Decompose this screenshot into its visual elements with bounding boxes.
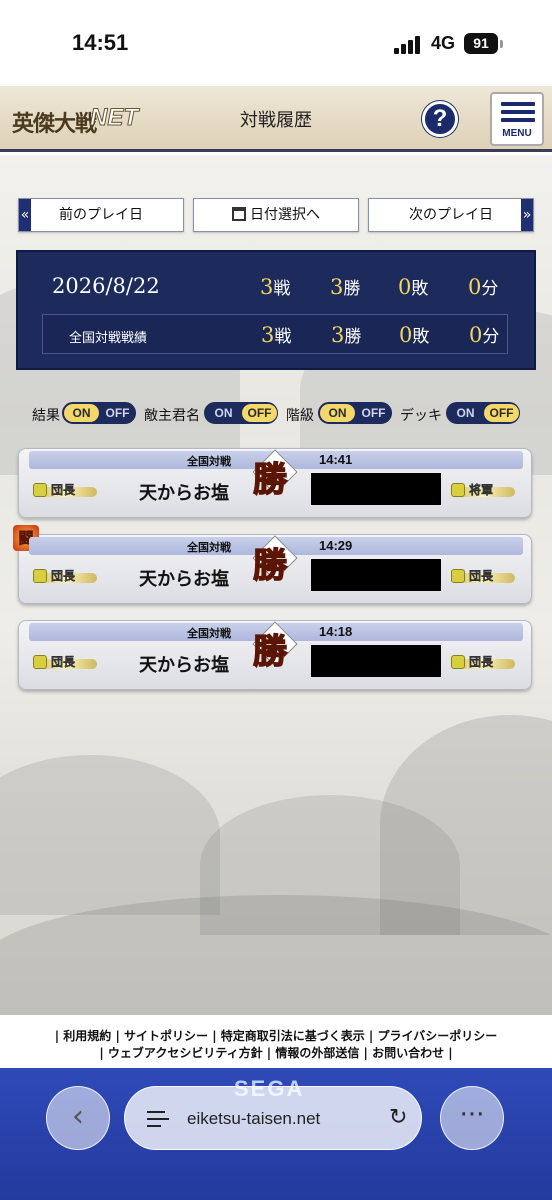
summary-total-row: 2026/8/22 3戦 3勝 0敗 0分: [18, 274, 538, 304]
browser-back-button[interactable]: ‹: [46, 1086, 110, 1150]
chevron-right-icon: »: [521, 199, 533, 231]
status-time: 14:51: [72, 30, 129, 55]
toggle-result-label: 結果: [32, 408, 60, 424]
footer-links-row2[interactable]: | ウェブアクセシビリティ方針 | 情報の外部送信 | お問い合わせ |: [0, 1045, 552, 1062]
player-name: 天からお塩: [139, 569, 229, 590]
opponent-rank-badge: 団長: [451, 651, 515, 679]
battle-time: 14:29: [319, 538, 353, 553]
browser-toolbar: ‹ eiketsu-taisen.net ↻ ···: [46, 1086, 506, 1156]
toggle-deck[interactable]: ON OFF: [446, 402, 520, 424]
summary-draws: 0分: [468, 275, 499, 299]
menu-label: MENU: [502, 128, 532, 139]
summary-battles: 3戦: [260, 275, 291, 299]
menu-button[interactable]: MENU: [490, 92, 544, 146]
date-select-label: 日付選択へ: [250, 207, 320, 223]
display-toggles: 結果 ON OFF 敵主君名 ON OFF 階級 ON OFF デッキ ON O…: [0, 402, 552, 426]
page-settings-icon[interactable]: [147, 1109, 169, 1129]
battle-mode: 全国対戦: [187, 541, 231, 554]
toggle-enemy-label: 敵主君名: [144, 408, 200, 424]
national-draws: 0分: [469, 323, 500, 347]
status-bar: 14:51 4G 91: [0, 0, 552, 86]
player-name: 天からお塩: [139, 655, 229, 676]
chevron-left-icon: «: [19, 199, 31, 231]
url-text: eiketsu-taisen.net: [187, 1109, 321, 1128]
next-day-button[interactable]: 次のプレイ日 »: [368, 198, 534, 232]
app-header: 英傑大戦 NET 対戦履歴 ? MENU: [0, 86, 552, 152]
page-title: 対戦履歴: [240, 110, 312, 131]
opponent-name-redacted: [311, 645, 441, 677]
battle-time: 14:18: [319, 624, 353, 639]
player-name: 天からお塩: [139, 483, 229, 504]
battery-icon: 91: [464, 33, 498, 54]
battle-mode: 全国対戦: [187, 627, 231, 640]
summary-date: 2026/8/22: [52, 274, 160, 298]
footer-links: | 利用規約 | サイトポリシー | 特定商取引法に基づく表示 | プライバシー…: [0, 1022, 552, 1068]
my-rank-badge: 団長: [33, 479, 97, 507]
summary-wins: 3勝: [330, 275, 361, 299]
toggle-enemy-name[interactable]: ON OFF: [204, 402, 278, 424]
footer-links-row1[interactable]: | 利用規約 | サイトポリシー | 特定商取引法に基づく表示 | プライバシー…: [0, 1028, 552, 1045]
toggle-rank-label: 階級: [286, 408, 314, 424]
battle-card[interactable]: 全国対戦 14:18 団長 天からお塩 勝 団長: [18, 620, 532, 690]
menu-icon: [501, 102, 535, 106]
network-type: 4G: [431, 33, 456, 53]
opponent-rank-badge: 団長: [451, 565, 515, 593]
prev-day-label: 前のプレイ日: [59, 207, 143, 223]
calendar-icon: [232, 207, 246, 221]
battle-card[interactable]: 闘 全国対戦 14:29 団長 天からお塩 勝 団長: [13, 525, 532, 604]
signal-icon: [394, 36, 424, 54]
next-day-label: 次のプレイ日: [409, 207, 493, 223]
summary-national-row: 全国対戦戦績 3戦 3勝 0敗 0分: [42, 314, 508, 354]
summary-losses: 0敗: [398, 275, 429, 299]
reload-icon[interactable]: ↻: [389, 1105, 407, 1130]
my-rank-badge: 団長: [33, 565, 97, 593]
toggle-rank[interactable]: ON OFF: [318, 402, 392, 424]
my-rank-badge: 団長: [33, 651, 97, 679]
daily-summary: 2026/8/22 3戦 3勝 0敗 0分 全国対戦戦績 3戦 3勝 0敗 0分: [16, 250, 536, 370]
opponent-name-redacted: [311, 559, 441, 591]
win-emblem: 勝: [249, 446, 299, 501]
opponent-rank-badge: 将軍: [451, 479, 515, 507]
national-wins: 3勝: [331, 323, 362, 347]
national-losses: 0敗: [399, 323, 430, 347]
more-options-button[interactable]: ···: [440, 1086, 504, 1150]
national-battles: 3戦: [261, 323, 292, 347]
battle-mode: 全国対戦: [187, 455, 231, 468]
national-label: 全国対戦戦績: [69, 331, 148, 346]
prev-day-button[interactable]: « 前のプレイ日: [18, 198, 184, 232]
date-select-button[interactable]: 日付選択へ: [193, 198, 359, 232]
opponent-name-redacted: [311, 473, 441, 505]
battle-time: 14:41: [319, 452, 353, 467]
win-emblem: 勝: [249, 618, 299, 673]
toggle-result[interactable]: ON OFF: [62, 402, 136, 424]
toggle-deck-label: デッキ: [400, 408, 442, 424]
help-button[interactable]: ?: [422, 101, 458, 137]
battery-tip: [500, 40, 503, 48]
battle-card[interactable]: 全国対戦 14:41 団長 天からお塩 勝 将軍: [18, 448, 532, 518]
win-emblem: 勝: [249, 532, 299, 587]
address-bar[interactable]: eiketsu-taisen.net ↻: [124, 1086, 422, 1150]
